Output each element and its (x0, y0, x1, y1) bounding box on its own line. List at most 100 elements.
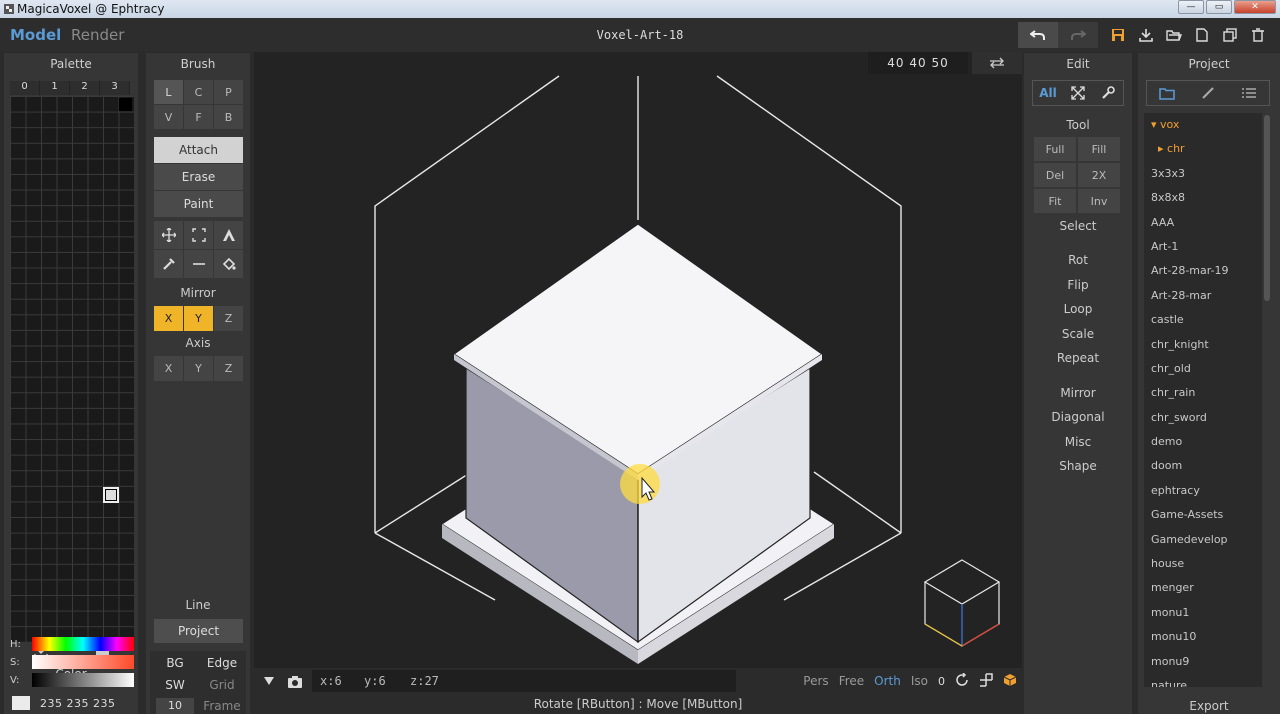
brush-shape-v[interactable]: V (154, 105, 183, 129)
mirror-y-button[interactable]: Y (184, 306, 213, 331)
tool-full-button[interactable]: Full (1034, 137, 1076, 161)
edit-repeat[interactable]: Repeat (1024, 351, 1132, 365)
edit-tab-tools[interactable] (1093, 81, 1123, 105)
tool-fill-button[interactable]: Fill (1078, 137, 1120, 161)
brush-shape-l[interactable]: L (154, 80, 183, 104)
view-pers[interactable]: Pers (798, 674, 833, 688)
tool-del-button[interactable]: Del (1034, 163, 1076, 187)
reset-view-button[interactable] (950, 671, 974, 690)
hue-bar[interactable] (32, 637, 134, 651)
axis-y-button[interactable]: Y (184, 356, 213, 381)
model-mode-tab[interactable]: Model (10, 26, 61, 44)
grid-toggle[interactable]: Grid (202, 676, 242, 694)
palette-tab-1[interactable]: 1 (40, 81, 70, 95)
edit-scale[interactable]: Scale (1024, 327, 1132, 341)
project-file-item[interactable]: doom (1144, 454, 1262, 478)
save-button[interactable] (1104, 22, 1132, 48)
rgb-values[interactable]: 235 235 235 (40, 697, 115, 710)
view-free[interactable]: Free (834, 674, 869, 688)
frame-value[interactable]: 10 (156, 698, 194, 714)
palette-tab-3[interactable]: 3 (100, 81, 130, 95)
viewport[interactable]: 40 40 50 (254, 52, 1022, 692)
project-scrollbar[interactable] (1264, 115, 1270, 301)
view-iso[interactable]: Iso (906, 674, 933, 688)
render-mode-tab[interactable]: Render (71, 26, 124, 44)
project-file-item[interactable]: Art-1 (1144, 235, 1262, 259)
attach-button[interactable]: Attach (154, 137, 243, 163)
delete-button[interactable] (1244, 22, 1272, 48)
view-orth[interactable]: Orth (869, 674, 906, 688)
project-folder-item[interactable]: ▾ vox (1144, 113, 1262, 137)
edge-toggle[interactable]: Edge (202, 654, 242, 672)
project-file-item[interactable]: demo (1144, 430, 1262, 454)
project-file-item[interactable]: chr_old (1144, 357, 1262, 381)
project-file-item[interactable]: Gamedevelop (1144, 528, 1262, 552)
project-button[interactable]: Project (154, 619, 243, 643)
project-tab-list[interactable] (1228, 81, 1269, 105)
project-file-item[interactable]: chr_sword (1144, 406, 1262, 430)
tool-2x-button[interactable]: 2X (1078, 163, 1120, 187)
project-folder-item[interactable]: ▸ chr (1144, 137, 1262, 161)
voxel-scene[interactable] (254, 52, 1022, 668)
import-button[interactable] (1132, 22, 1160, 48)
export-button[interactable]: Export (1138, 699, 1280, 713)
project-file-item[interactable]: menger (1144, 576, 1262, 600)
shading-button[interactable] (998, 673, 1022, 690)
value-slider[interactable]: V: (10, 673, 134, 689)
copy-button[interactable] (1216, 22, 1244, 48)
saturation-bar[interactable] (32, 655, 134, 669)
project-file-item[interactable]: AAA (1144, 211, 1262, 235)
palette-swatch-black[interactable] (119, 98, 132, 111)
brush-shape-f[interactable]: F (184, 105, 213, 129)
brush-shape-c[interactable]: C (184, 80, 213, 104)
edit-shape[interactable]: Shape (1024, 459, 1132, 473)
project-file-item[interactable]: Art-28-mar (1144, 284, 1262, 308)
text-tool-button[interactable] (214, 221, 243, 249)
project-file-item[interactable]: Game-Assets (1144, 503, 1262, 527)
edit-loop[interactable]: Loop (1024, 302, 1132, 316)
line-tool-button[interactable] (184, 250, 213, 278)
project-file-item[interactable]: chr_knight (1144, 333, 1262, 357)
paint-button[interactable]: Paint (154, 191, 243, 217)
project-file-item[interactable]: monu10 (1144, 625, 1262, 649)
brush-shape-b[interactable]: B (214, 105, 243, 129)
swap-button[interactable] (972, 52, 1022, 74)
project-file-item[interactable]: 8x8x8 (1144, 186, 1262, 210)
axis-z-button[interactable]: Z (214, 356, 243, 381)
edit-select[interactable]: Select (1024, 219, 1132, 233)
hue-slider[interactable]: H: (10, 637, 134, 653)
grid-view-button[interactable] (974, 672, 998, 690)
project-file-item[interactable]: house (1144, 552, 1262, 576)
project-file-item[interactable]: castle (1144, 308, 1262, 332)
edit-tab-all[interactable]: All (1033, 81, 1063, 105)
screenshot-button[interactable] (284, 672, 306, 690)
palette-grid[interactable] (10, 96, 134, 642)
redo-button[interactable] (1058, 22, 1098, 48)
edit-mirror[interactable]: Mirror (1024, 386, 1132, 400)
fill-tool-button[interactable] (214, 250, 243, 278)
project-file-item[interactable]: Art-28-mar-19 (1144, 259, 1262, 283)
bg-toggle[interactable]: BG (156, 654, 194, 672)
mirror-x-button[interactable]: X (154, 306, 183, 331)
eyedropper-tool-button[interactable] (154, 250, 183, 278)
edit-rot[interactable]: Rot (1024, 253, 1132, 267)
maximize-button[interactable]: ▭ (1206, 0, 1232, 14)
select-box-tool-button[interactable] (184, 221, 213, 249)
tool-inv-button[interactable]: Inv (1078, 189, 1120, 213)
palette-tab-0[interactable]: 0 (10, 81, 40, 95)
project-file-item[interactable]: nature (1144, 674, 1262, 687)
palette-selected-swatch[interactable] (103, 487, 119, 503)
project-file-list[interactable]: ▾ vox ▸ chr 3x3x3 8x8x8 AAA Art-1 Art-28-mar-1… (1144, 113, 1262, 687)
brush-shape-p[interactable]: P (214, 80, 243, 104)
erase-button[interactable]: Erase (154, 164, 243, 190)
close-button[interactable]: ✕ (1234, 0, 1276, 14)
view-dropdown-button[interactable] (258, 672, 280, 690)
minimize-button[interactable]: — (1178, 0, 1204, 14)
palette-tab-2[interactable]: 2 (70, 81, 100, 95)
edit-misc[interactable]: Misc (1024, 435, 1132, 449)
axis-x-button[interactable]: X (154, 356, 183, 381)
edit-flip[interactable]: Flip (1024, 278, 1132, 292)
project-file-item[interactable]: 3x3x3 (1144, 162, 1262, 186)
mirror-z-button[interactable]: Z (214, 306, 243, 331)
undo-button[interactable] (1018, 22, 1058, 48)
